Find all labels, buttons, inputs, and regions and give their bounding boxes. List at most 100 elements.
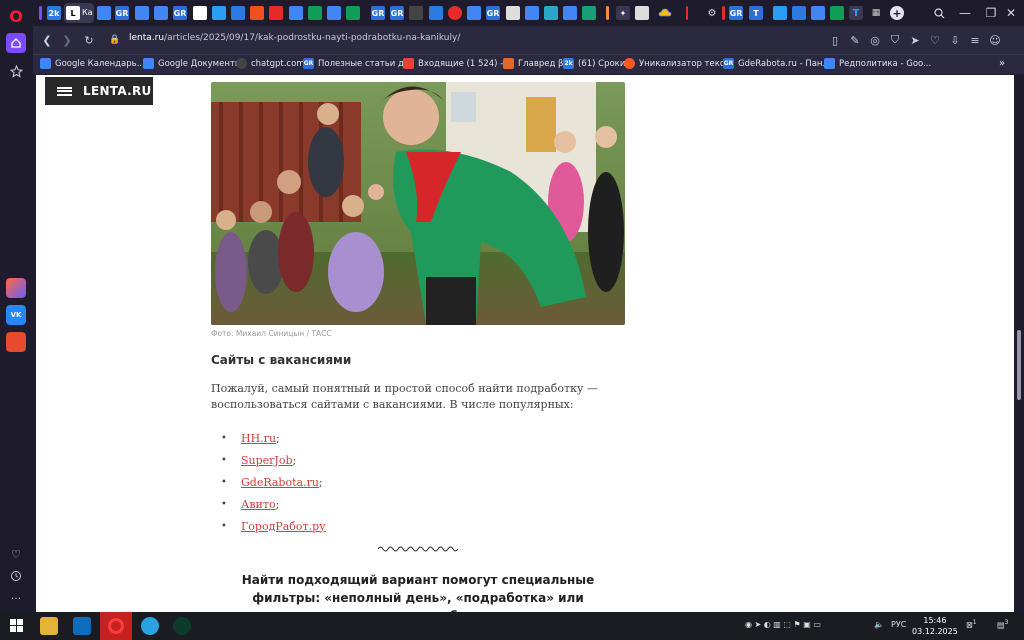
tab-chatgpt-icon[interactable]: [409, 6, 423, 20]
minimize-icon[interactable]: —: [953, 4, 977, 22]
tab-sparkle-icon[interactable]: ✦: [616, 6, 630, 20]
link-superjob[interactable]: SuperJob: [241, 454, 293, 467]
star-icon[interactable]: [6, 61, 26, 81]
tab-figma-icon[interactable]: [250, 6, 264, 20]
tab-docs-icon[interactable]: [135, 6, 149, 20]
action-center-icon[interactable]: ▤3: [997, 619, 1008, 630]
volume-icon[interactable]: 🔈: [874, 620, 884, 629]
search-icon[interactable]: [927, 4, 951, 22]
tab-gr[interactable]: T: [749, 6, 763, 20]
tab-docs-icon[interactable]: [525, 6, 539, 20]
tab-docs-icon[interactable]: [563, 6, 577, 20]
tab-2k[interactable]: 2k: [47, 6, 61, 20]
bookmark-useful-articles[interactable]: GR Полезные статьи д...: [303, 58, 412, 69]
home-icon[interactable]: [6, 33, 26, 53]
tab-grid-icon[interactable]: ▦: [869, 6, 883, 20]
page-scrollbar[interactable]: [1014, 75, 1024, 612]
lock-icon[interactable]: 🔒: [107, 32, 123, 48]
site-header-logo[interactable]: LENTA.RU: [45, 77, 153, 105]
tab-icon[interactable]: [212, 6, 226, 20]
notification-icon[interactable]: ⊠1: [966, 619, 977, 630]
tab-gr[interactable]: GR: [729, 6, 743, 20]
opera-logo-icon[interactable]: O: [6, 6, 26, 26]
tab-t[interactable]: T: [849, 6, 863, 20]
tab-file-icon[interactable]: [506, 6, 520, 20]
tab-sheets-icon[interactable]: [308, 6, 322, 20]
language-indicator[interactable]: РУС: [891, 620, 906, 629]
tab-icon[interactable]: [773, 6, 787, 20]
tab-icon[interactable]: [269, 6, 283, 20]
bookmark-deadlines[interactable]: 2k (61) Сроки: [563, 58, 625, 69]
vk-app-icon[interactable]: VK: [6, 305, 26, 325]
tab-docs-icon[interactable]: [154, 6, 168, 20]
tab-gr[interactable]: GR: [173, 6, 187, 20]
camera-icon[interactable]: ◎: [867, 32, 883, 48]
clock[interactable]: 15:46 03.12.2025: [912, 615, 958, 637]
tab-docs-icon[interactable]: [289, 6, 303, 20]
scrollbar-thumb[interactable]: [1017, 330, 1021, 400]
tab-icon[interactable]: [448, 6, 462, 20]
file-explorer-icon[interactable]: [40, 617, 58, 635]
link-hh[interactable]: HH.ru: [241, 432, 276, 445]
bookmark-chatgpt[interactable]: chatgpt.com: [236, 58, 305, 69]
close-icon[interactable]: ✕: [999, 4, 1023, 22]
tab-settings-icon[interactable]: ⚙: [705, 6, 719, 20]
windows-start-icon[interactable]: [8, 617, 26, 635]
hamburger-menu-icon[interactable]: [57, 86, 72, 96]
aria-app-icon[interactable]: [6, 278, 26, 298]
profile-icon[interactable]: ☺: [987, 32, 1003, 48]
tab-active[interactable]: L Ка: [64, 3, 94, 23]
link-avito[interactable]: Авито: [241, 498, 276, 511]
tab-icon[interactable]: [544, 6, 558, 20]
bookmark-uniqualizer[interactable]: Уникализатор текс...: [624, 58, 733, 69]
tab-gr[interactable]: GR: [115, 6, 129, 20]
address-field[interactable]: lenta.ru/articles/2025/09/17/kak-podrost…: [129, 33, 460, 43]
shield-icon[interactable]: ⛉: [887, 32, 903, 48]
bookmark-redpolitika[interactable]: Редполитика - Goo...: [824, 58, 931, 69]
reload-icon[interactable]: ↻: [81, 32, 97, 48]
tab-gr[interactable]: GR: [371, 6, 385, 20]
tab-gr[interactable]: GR: [390, 6, 404, 20]
tab-docs-icon[interactable]: [97, 6, 111, 20]
heart-icon[interactable]: ♡: [927, 32, 943, 48]
bookmark-google-calendar[interactable]: Google Календарь...: [40, 58, 145, 69]
heart-icon[interactable]: ♡: [6, 544, 26, 564]
new-tab-icon[interactable]: +: [890, 6, 904, 20]
reader-icon[interactable]: ▯: [827, 32, 843, 48]
history-icon[interactable]: [6, 566, 26, 586]
tab-docs-icon[interactable]: [811, 6, 825, 20]
tab-icon[interactable]: [231, 6, 245, 20]
link-gderabota[interactable]: GdeRabota.ru: [241, 476, 319, 489]
tab-icon[interactable]: [429, 6, 443, 20]
tab-icon[interactable]: [582, 6, 596, 20]
bookmark-google-docs[interactable]: Google Документы: [143, 58, 242, 69]
back-icon[interactable]: ❮: [39, 32, 55, 48]
app-icon[interactable]: [6, 332, 26, 352]
download-icon[interactable]: ⇩: [947, 32, 963, 48]
telegram-icon[interactable]: [141, 617, 159, 635]
tab-icon[interactable]: [193, 6, 207, 20]
tab-file-icon[interactable]: [635, 6, 649, 20]
bookmark-gmail-inbox[interactable]: Входящие (1 524) -...: [403, 58, 511, 69]
bullet-icon: •: [221, 520, 227, 532]
tray-icons[interactable]: ◉ ➤ ◐ ▥ ⬚ ⚑ ▣ ▭: [745, 620, 821, 629]
tab-sheets-icon[interactable]: [346, 6, 360, 20]
bookmark-gderabota[interactable]: GR GdeRabota.ru - Пан...: [723, 58, 831, 69]
tab-docs-icon[interactable]: [467, 6, 481, 20]
bookmark-glavred[interactable]: Главред β: [503, 58, 563, 69]
tab-docs-icon[interactable]: [327, 6, 341, 20]
tab-cloud-icon[interactable]: [658, 6, 672, 20]
store-icon[interactable]: [73, 617, 91, 635]
more-icon[interactable]: ···: [6, 588, 26, 608]
app-icon[interactable]: [173, 617, 191, 635]
tab-gr[interactable]: GR: [486, 6, 500, 20]
forward-icon[interactable]: ❯: [59, 32, 75, 48]
edit-icon[interactable]: ✎: [847, 32, 863, 48]
opera-taskbar-button[interactable]: [100, 612, 132, 640]
bookmarks-overflow-icon[interactable]: »: [999, 58, 1005, 69]
tab-icon[interactable]: [792, 6, 806, 20]
link-gorodrabot[interactable]: ГородРабот.ру: [241, 520, 326, 533]
tab-sheets-icon[interactable]: [830, 6, 844, 20]
menu-icon[interactable]: ≡: [967, 32, 983, 48]
send-icon[interactable]: ➤: [907, 32, 923, 48]
